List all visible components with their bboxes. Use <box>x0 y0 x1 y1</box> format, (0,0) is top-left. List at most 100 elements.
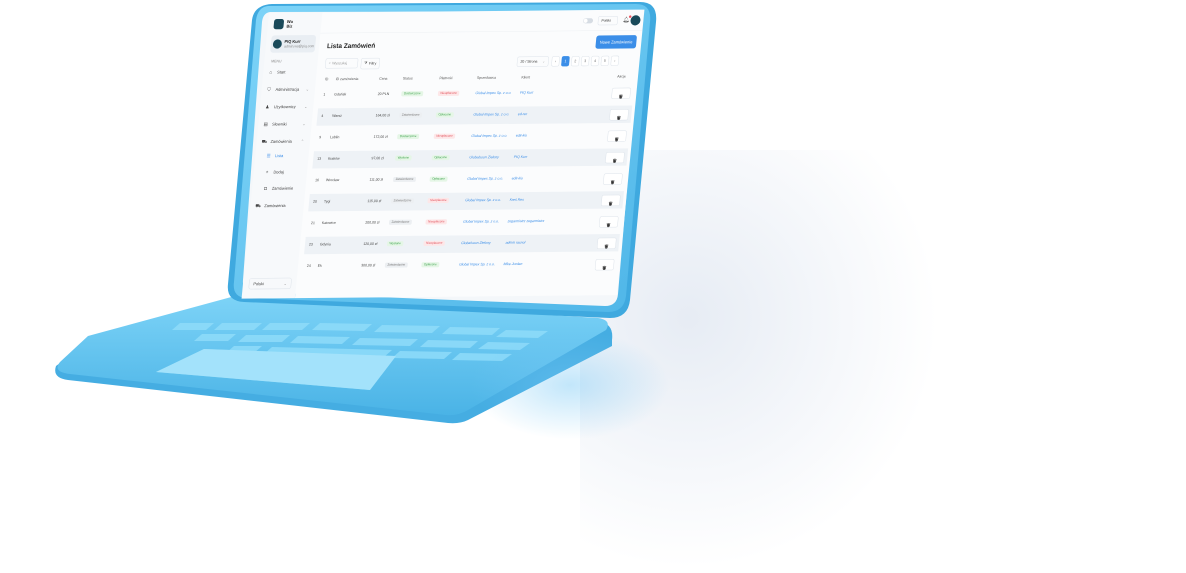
page-size-select[interactable]: 20 / Strona ⌄ <box>516 56 550 67</box>
new-order-button[interactable]: Nowe Zamówienie <box>595 35 638 49</box>
row-seller[interactable]: Global Impex Sp. z o.o. <box>467 177 503 181</box>
page-button-3[interactable]: 3 <box>580 55 590 67</box>
page-button-1[interactable]: 1 <box>560 56 570 67</box>
search-input[interactable]: ⌕ Wyszukaj <box>324 58 359 69</box>
chevron-right-icon: › <box>614 59 616 63</box>
table-row[interactable]: 1 Gdańsk 20 PLN Dostarczone Nieopłacone Globa… <box>318 84 634 104</box>
column-header[interactable]: ID <box>325 78 329 82</box>
row-client[interactable]: zegarmistrz zegarmistrz <box>507 219 544 223</box>
language-dropdown-value: Polski <box>601 18 611 23</box>
delete-icon[interactable]: 🗑︎ <box>614 137 619 142</box>
user-card[interactable]: PIQ Kurr admin.ws@piq.com <box>270 34 317 53</box>
avatar <box>272 39 283 49</box>
status-badge: Dostarczone <box>397 133 420 140</box>
sidebar-item-administracja[interactable]: ⛉ Administracja ⌄ <box>266 84 312 95</box>
row-client[interactable]: admin rasnol <box>505 241 525 245</box>
sidebar-item-zamowienia-2[interactable]: ⛟ Zamówienia <box>255 200 301 211</box>
sidebar-item-dodaj[interactable]: + Dodaj <box>264 167 310 178</box>
row-client[interactable]: Kreš Res <box>509 198 524 202</box>
page-number: 2 <box>574 59 577 63</box>
row-seller[interactable]: Globalsoon Zielony <box>469 156 499 160</box>
chevron-down-icon: ⌄ <box>283 281 288 286</box>
list-icon: ☰ <box>266 153 271 159</box>
row-seller[interactable]: Global Impex Sp. z o.o. <box>471 134 507 138</box>
delete-icon[interactable]: 🗑︎ <box>610 180 615 185</box>
row-client[interactable]: Mike Jordan <box>503 262 522 266</box>
sidebar-item-start[interactable]: ⌂ Start <box>268 67 314 78</box>
table-row[interactable]: 9 Lublin 172,00 zł Dostarczone Nieopłacone Gl… <box>314 127 630 147</box>
status-badge: Wysłane <box>394 155 412 161</box>
payment-badge: Nieopłacone <box>423 240 446 246</box>
delete-icon[interactable]: 🗑︎ <box>618 94 623 99</box>
user-avatar[interactable] <box>630 15 641 26</box>
filter-button[interactable]: ⧩ Filtry <box>360 57 381 70</box>
row-client[interactable]: ed-rer <box>518 113 528 117</box>
delete-icon[interactable]: 🗑︎ <box>606 223 611 228</box>
row-actions: ◉ ✎ 🗑︎ <box>602 173 623 185</box>
row-seller[interactable]: Globalsoon Zielony <box>461 241 491 245</box>
status-badge: Zatwierdzone <box>392 176 417 183</box>
sidebar-item-uzytkownicy[interactable]: ♟ Użytkownicy ⌄ <box>264 101 310 112</box>
delete-icon[interactable]: 🗑︎ <box>604 244 609 249</box>
row-client[interactable]: PIQ Kurr <box>520 91 534 95</box>
language-select[interactable]: Polski ⌄ <box>248 277 292 290</box>
theme-toggle[interactable] <box>582 18 594 24</box>
row-order: Kraków <box>327 157 340 161</box>
row-seller[interactable]: Global Impex Sp. z o.o. <box>465 198 501 202</box>
row-seller[interactable]: Global Impex Sp. z o.o. <box>475 91 511 95</box>
row-seller[interactable]: Global Impex Sp. z o.o. <box>473 113 509 117</box>
search-placeholder: Wyszukaj <box>332 61 348 66</box>
cart-icon: ⛟ <box>255 203 262 209</box>
page-number: 5 <box>603 59 607 63</box>
column-header[interactable]: Cena <box>379 77 388 81</box>
sidebar-item-lista[interactable]: ☰ Lista <box>266 150 312 161</box>
sidebar-item-zamowienia[interactable]: ⛟ Zamówienia ⌃ <box>261 136 307 147</box>
delete-icon[interactable]: 🗑︎ <box>602 266 607 271</box>
bell-icon[interactable]: 🔔︎ <box>622 15 632 23</box>
prev-page-button[interactable]: ‹ <box>551 56 561 67</box>
sidebar-item-label: Lista <box>274 153 284 158</box>
next-page-button[interactable]: › <box>610 55 620 66</box>
table-row[interactable]: 23 Gdynia 120,00 zł Wysłane Nieopłacone Globa… <box>304 234 620 255</box>
payment-badge: Opłacone <box>431 155 450 161</box>
table-row[interactable]: 13 Kraków 97,00 zł Wysłane Opłacone Globalsoo… <box>312 148 629 169</box>
column-header[interactable]: Klient <box>521 76 530 80</box>
table-row[interactable]: 24 Ek 300,00 zł Zatwierdzone Opłacone Global … <box>302 255 618 275</box>
table-row[interactable]: 16 Wrocław 111,00 zł Zatwierdzone Opłacone Gl… <box>310 170 626 190</box>
page-button-2[interactable]: 2 <box>570 56 580 67</box>
logo[interactable]: Wo Biz <box>273 18 293 30</box>
sidebar-item-label: Dodaj <box>273 169 285 175</box>
column-header[interactable]: ID zamówienia <box>335 77 358 81</box>
row-seller[interactable]: Global Impex Sp. z o.o. <box>459 263 495 267</box>
sidebar-item-slowniki[interactable]: ▤ Słowniki ⌄ <box>263 119 309 130</box>
row-id: 24 <box>306 264 311 268</box>
page-button-4[interactable]: 4 <box>590 55 600 67</box>
sidebar-item-zamowienie[interactable]: ◘ Zamówienie <box>263 183 309 194</box>
column-header[interactable]: Sprzedawca <box>477 76 496 80</box>
delete-icon[interactable]: 🗑︎ <box>616 116 621 121</box>
delete-icon[interactable]: 🗑︎ <box>608 201 613 206</box>
row-client[interactable]: PIQ Kurr <box>514 155 528 159</box>
row-price: 97,00 zł <box>371 156 384 161</box>
payment-badge: Opłacone <box>429 176 448 182</box>
table-row[interactable]: 4 Warsz 164,00 zł Zatwierdzone Opłacone Globa… <box>316 105 633 126</box>
cart-icon: ⛟ <box>261 138 268 145</box>
row-client[interactable]: edit-kio <box>516 134 527 138</box>
language-value: Polski <box>253 281 265 287</box>
page-number: 3 <box>584 59 587 63</box>
table-row[interactable]: 21 Katowice 200,00 zł Zatwierdzone Nieopłaco… <box>306 213 622 233</box>
language-dropdown[interactable]: Polski <box>597 15 619 26</box>
delete-icon[interactable]: 🗑︎ <box>612 159 617 164</box>
row-client[interactable]: edit-kio <box>512 177 523 181</box>
row-price: 300,00 zł <box>361 263 376 268</box>
row-seller[interactable]: Global Impex Sp. z o.o. <box>463 220 499 224</box>
chevron-up-icon: ⌃ <box>300 138 305 144</box>
sidebar-item-label: Użytkownicy <box>273 104 296 110</box>
column-header[interactable]: Status <box>403 77 413 81</box>
page-button-5[interactable]: 5 <box>600 55 610 67</box>
row-id: 13 <box>316 157 322 161</box>
chevron-down-icon: ⌄ <box>302 121 306 127</box>
table-row[interactable]: 20 Tygi 115,00 zł Zatwierdzone Nieopłacone Gl… <box>308 191 625 212</box>
book-icon: ▤ <box>263 121 269 127</box>
column-header[interactable]: Płatność <box>439 77 453 81</box>
